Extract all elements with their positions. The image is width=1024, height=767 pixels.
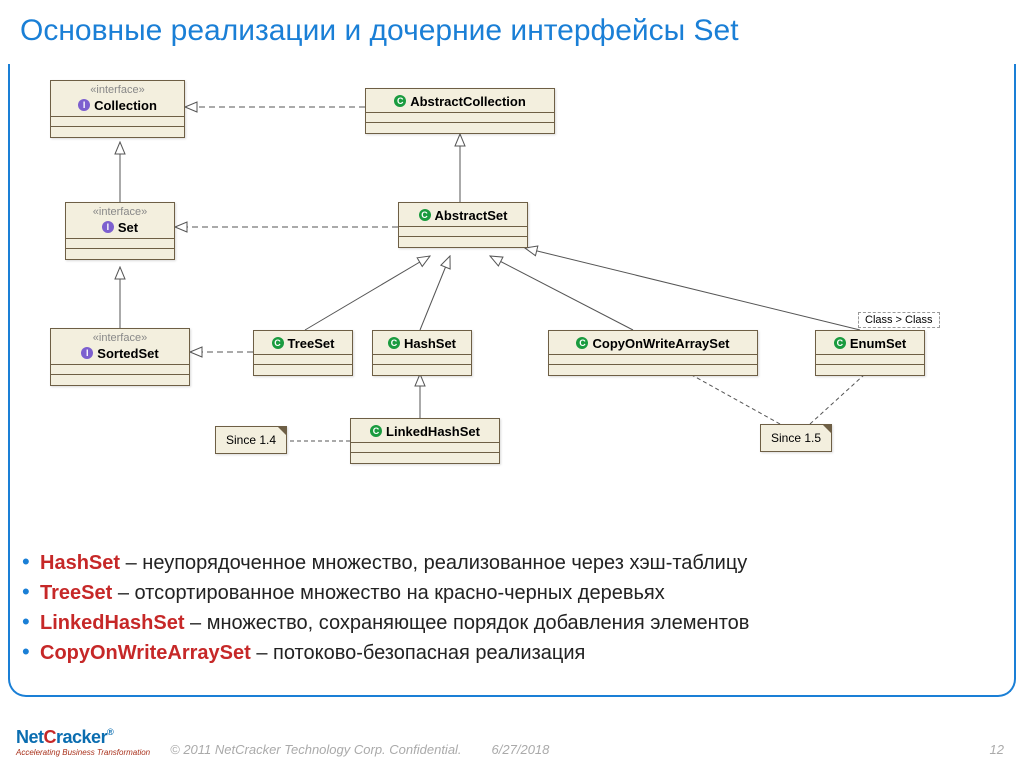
uml-class-abstractcollection: C AbstractCollection — [365, 88, 555, 134]
bullet-term: HashSet — [40, 552, 120, 574]
stereotype-label: «interface» — [57, 332, 183, 344]
date-text: 6/27/2018 — [492, 742, 550, 757]
bullet-desc: – потоково-безопасная реализация — [251, 642, 586, 664]
interface-icon: I — [78, 99, 90, 111]
bullet-desc: – множество, сохраняющее порядок добавле… — [184, 612, 749, 634]
class-icon: C — [419, 209, 431, 221]
uml-interface-sortedset: «interface» I SortedSet — [50, 328, 190, 386]
interface-icon: I — [81, 347, 93, 359]
uml-class-hashset: C HashSet — [372, 330, 472, 376]
uml-name: EnumSet — [850, 336, 906, 351]
uml-note-since14: Since 1.4 — [215, 426, 287, 454]
class-icon: C — [834, 337, 846, 349]
uml-note-since15: Since 1.5 — [760, 424, 832, 452]
class-icon: C — [370, 425, 382, 437]
copyright-text: © 2011 NetCracker Technology Corp. Confi… — [170, 742, 461, 757]
stereotype-label: «interface» — [72, 206, 168, 218]
uml-name: HashSet — [404, 336, 456, 351]
logo-tagline: Accelerating Business Transformation — [16, 748, 150, 757]
diagram-arrows — [20, 72, 1000, 532]
bullet-item: LinkedHashSet – множество, сохраняющее п… — [22, 608, 1004, 638]
uml-class-treeset: C TreeSet — [253, 330, 353, 376]
uml-name: SortedSet — [97, 346, 158, 361]
uml-name: Set — [118, 220, 138, 235]
bullet-item: HashSet – неупорядоченное множество, реа… — [22, 548, 1004, 578]
bullet-term: LinkedHashSet — [40, 612, 184, 634]
uml-name: LinkedHashSet — [386, 424, 480, 439]
bullet-desc: – отсортированное множество на красно-че… — [112, 582, 664, 604]
footer: NetCracker® Accelerating Business Transf… — [16, 727, 1004, 757]
bullet-term: TreeSet — [40, 582, 112, 604]
logo: NetCracker® Accelerating Business Transf… — [16, 727, 150, 757]
page-number: 12 — [990, 742, 1004, 757]
uml-name: AbstractCollection — [410, 94, 526, 109]
uml-interface-collection: «interface» I Collection — [50, 80, 185, 138]
uml-class-linkedhashset: C LinkedHashSet — [350, 418, 500, 464]
bullet-desc: – неупорядоченное множество, реализованн… — [120, 552, 747, 574]
uml-class-enumset: C EnumSet — [815, 330, 925, 376]
uml-diagram: «interface» I Collection «interface» I Set… — [20, 72, 1000, 532]
class-icon: C — [388, 337, 400, 349]
bullet-list: HashSet – неупорядоченное множество, реа… — [22, 548, 1004, 668]
uml-interface-set: «interface» I Set — [65, 202, 175, 260]
class-icon: C — [576, 337, 588, 349]
uml-class-abstractset: C AbstractSet — [398, 202, 528, 248]
interface-icon: I — [102, 221, 114, 233]
stereotype-label: «interface» — [57, 84, 178, 96]
bullet-item: TreeSet – отсортированное множество на к… — [22, 578, 1004, 608]
logo-text: NetCracker® — [16, 727, 150, 748]
class-icon: C — [394, 95, 406, 107]
class-icon: C — [272, 337, 284, 349]
uml-name: CopyOnWriteArraySet — [592, 336, 729, 351]
uml-class-cowarrayset: C CopyOnWriteArraySet — [548, 330, 758, 376]
uml-name: AbstractSet — [435, 208, 508, 223]
generic-param-tag: Class > Class — [858, 312, 940, 328]
uml-name: Collection — [94, 98, 157, 113]
uml-name: TreeSet — [288, 336, 335, 351]
bullet-term: CopyOnWriteArraySet — [40, 642, 251, 664]
bullet-item: CopyOnWriteArraySet – потоково-безопасна… — [22, 638, 1004, 668]
slide-title: Основные реализации и дочерние интерфейс… — [20, 14, 739, 48]
